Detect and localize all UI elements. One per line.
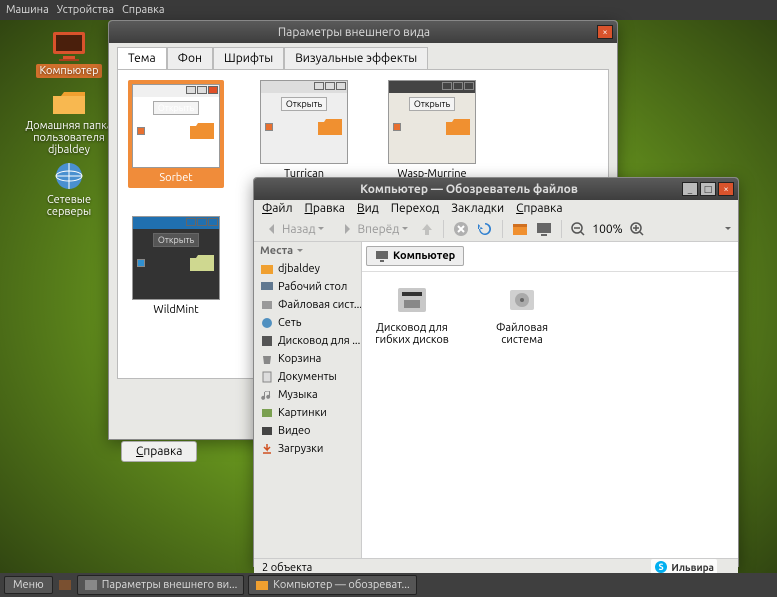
window-icon bbox=[84, 578, 98, 592]
sidebar-item-pictures[interactable]: Картинки bbox=[254, 404, 361, 422]
folder-icon bbox=[255, 578, 269, 592]
chevron-down-icon bbox=[401, 225, 409, 233]
vm-menubar: Машина Устройства Справка bbox=[0, 0, 777, 20]
minimize-icon[interactable]: _ bbox=[682, 182, 698, 196]
window-title: Компьютер — Обозреватель файлов bbox=[258, 183, 680, 196]
theme-card-sorbet[interactable]: Открыть Sorbet bbox=[128, 80, 224, 188]
floppy-drive-icon bbox=[394, 282, 430, 318]
start-menu[interactable]: Меню bbox=[4, 576, 53, 594]
monitor-icon bbox=[49, 30, 89, 62]
computer-icon[interactable] bbox=[535, 220, 553, 238]
computer-icon bbox=[375, 249, 389, 263]
taskbar-item-appearance[interactable]: Параметры внешнего ви... bbox=[77, 575, 245, 595]
folder-home-icon bbox=[49, 86, 89, 118]
sidebar-item-network[interactable]: Сеть bbox=[254, 314, 361, 332]
chevron-down-icon bbox=[296, 247, 304, 255]
help-button[interactable]: Справка bbox=[121, 441, 197, 462]
home-icon[interactable] bbox=[511, 220, 529, 238]
zoom-out-icon[interactable] bbox=[570, 221, 586, 237]
arrow-left-icon bbox=[264, 221, 280, 237]
chevron-down-icon bbox=[317, 225, 325, 233]
path-button-computer[interactable]: Компьютер bbox=[366, 246, 464, 266]
sidebar-item-filesystem[interactable]: Файловая сист... bbox=[254, 296, 361, 314]
item-floppy[interactable]: Дисковод для гибких дисков bbox=[372, 282, 452, 346]
theme-label: Sorbet bbox=[132, 172, 220, 184]
svg-text:S: S bbox=[659, 562, 664, 572]
theme-card-turrican[interactable]: Открыть Turrican bbox=[256, 80, 352, 188]
path-bar: Компьютер bbox=[362, 242, 738, 272]
skype-icon: S bbox=[654, 560, 668, 574]
chevron-down-icon[interactable] bbox=[724, 225, 732, 233]
desktop-icon-computer[interactable]: Компьютер bbox=[24, 30, 114, 78]
sidebar-item-downloads[interactable]: Загрузки bbox=[254, 440, 361, 458]
appearance-tabs: Тема Фон Шрифты Визуальные эффекты bbox=[109, 43, 617, 69]
vm-menu-help[interactable]: Справка bbox=[122, 4, 165, 16]
menu-view[interactable]: Вид bbox=[357, 202, 379, 215]
icons-area[interactable]: Дисковод для гибких дисков Файловая сист… bbox=[362, 272, 738, 558]
item-filesystem[interactable]: Файловая система bbox=[482, 282, 562, 346]
taskbar-item-filebrowser[interactable]: Компьютер — обозреват... bbox=[248, 575, 416, 595]
menu-help[interactable]: Справка bbox=[516, 202, 562, 215]
reload-icon[interactable] bbox=[476, 220, 494, 238]
globe-icon bbox=[49, 160, 89, 192]
close-icon[interactable]: × bbox=[718, 182, 734, 196]
vm-menu-devices[interactable]: Устройства bbox=[57, 4, 114, 16]
desktop-icon-home[interactable]: Домашняя папка пользователя djbaldey bbox=[24, 86, 114, 156]
tab-fonts[interactable]: Шрифты bbox=[213, 47, 284, 69]
sidebar-item-desktop[interactable]: Рабочий стол bbox=[254, 278, 361, 296]
forward-button[interactable]: Вперёд bbox=[335, 219, 413, 239]
sidebar-item-home[interactable]: djbaldey bbox=[254, 260, 361, 278]
hard-drive-icon bbox=[504, 282, 540, 318]
menu-edit[interactable]: Правка bbox=[305, 202, 345, 215]
vm-menu-machine[interactable]: Машина bbox=[6, 4, 49, 16]
tab-theme[interactable]: Тема bbox=[117, 47, 167, 69]
places-header[interactable]: Места bbox=[254, 242, 361, 260]
zoom-level: 100% bbox=[592, 223, 622, 236]
window-title: Параметры внешнего вида bbox=[113, 26, 595, 39]
desktop-icon-network[interactable]: Сетевые серверы bbox=[24, 160, 114, 218]
menu-file[interactable]: Файл bbox=[262, 202, 293, 215]
desktop-icon-label: Сетевые серверы bbox=[47, 194, 91, 218]
theme-label: WildMint bbox=[128, 304, 224, 316]
file-browser-window: Компьютер — Обозреватель файлов _ □ × Фа… bbox=[253, 177, 739, 567]
arrow-right-icon bbox=[339, 221, 355, 237]
menu-go[interactable]: Переход bbox=[391, 202, 440, 215]
item-label: Дисковод для гибких дисков bbox=[372, 322, 452, 346]
sidebar-item-video[interactable]: Видео bbox=[254, 422, 361, 440]
file-browser-menubar: Файл Правка Вид Переход Закладки Справка bbox=[254, 200, 738, 217]
close-icon[interactable]: × bbox=[597, 25, 613, 39]
stop-icon[interactable] bbox=[452, 220, 470, 238]
back-button[interactable]: Назад bbox=[260, 219, 329, 239]
sidebar-item-documents[interactable]: Документы bbox=[254, 368, 361, 386]
zoom-in-icon[interactable] bbox=[629, 221, 645, 237]
tab-effects[interactable]: Визуальные эффекты bbox=[284, 47, 428, 69]
desktop-icon-label: Домашняя папка пользователя djbaldey bbox=[25, 120, 112, 156]
places-sidebar: Места djbaldey Рабочий стол Файловая сис… bbox=[254, 242, 362, 558]
file-browser-toolbar: Назад Вперёд 100% bbox=[254, 217, 738, 242]
up-icon[interactable] bbox=[419, 221, 435, 237]
tab-background[interactable]: Фон bbox=[167, 47, 213, 69]
file-browser-titlebar[interactable]: Компьютер — Обозреватель файлов _ □ × bbox=[254, 178, 738, 200]
desktop-icon-label: Компьютер bbox=[36, 64, 101, 78]
theme-card-wildmint[interactable]: Открыть WildMint bbox=[128, 216, 224, 316]
taskbar: Меню Параметры внешнего ви... Компьютер … bbox=[0, 573, 777, 597]
sidebar-item-music[interactable]: Музыка bbox=[254, 386, 361, 404]
sidebar-item-trash[interactable]: Корзина bbox=[254, 350, 361, 368]
show-desktop-icon[interactable] bbox=[57, 577, 73, 593]
theme-card-wasp[interactable]: Открыть Wasp-Murrine bbox=[384, 80, 480, 188]
appearance-titlebar[interactable]: Параметры внешнего вида × bbox=[109, 21, 617, 43]
maximize-icon[interactable]: □ bbox=[700, 182, 716, 196]
sidebar-item-floppy[interactable]: Дисковод для ... bbox=[254, 332, 361, 350]
item-label: Файловая система bbox=[482, 322, 562, 346]
menu-bookmarks[interactable]: Закладки bbox=[451, 202, 504, 215]
icon-view: Компьютер Дисковод для гибких дисков Фай… bbox=[362, 242, 738, 558]
